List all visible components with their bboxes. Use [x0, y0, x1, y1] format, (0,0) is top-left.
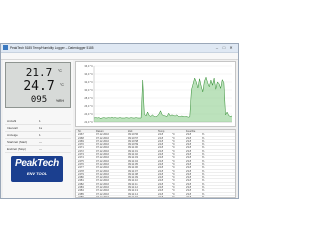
table-cell: 2486 — [78, 195, 84, 198]
info-label: Endzeit (Stop) — [7, 147, 27, 151]
info-row: Startzeit (Start) — — [5, 139, 71, 146]
y-tick-label: 28,0 °C — [84, 96, 93, 100]
app-window: PeakTech 5185 Temp/Humidity Logger – Dat… — [0, 43, 239, 199]
data-table[interactable]: Nr. Datum Zeit Temp Feuchte 2467 07.12.2016 09:… — [75, 129, 236, 198]
menu-bar: Datei Aufzeichnung Einstellen Hilfe — [1, 53, 238, 67]
table-cell: 09:11:15 — [128, 195, 138, 198]
table-cell: °C — [172, 195, 175, 198]
minimize-button[interactable]: – — [214, 45, 220, 50]
info-value: 1 — [39, 119, 41, 123]
title-bar: PeakTech 5185 Temp/Humidity Logger – Dat… — [1, 44, 238, 53]
lcd-temp-unit-top: °C — [58, 69, 62, 73]
lcd-temp-top: 21.7 — [25, 66, 53, 79]
logo-tagline: ENV TOOL — [26, 171, 48, 176]
info-value: — — [39, 140, 42, 144]
info-label: Intervall — [7, 126, 18, 130]
info-row: Anzeige 1 — [5, 132, 71, 139]
lcd-temp-unit-main: °C — [60, 83, 64, 87]
info-row: Intervall 1s — [5, 125, 71, 132]
table-cell: 07.12.2016 — [96, 195, 109, 198]
peaktech-logo: PeakTech ENV TOOL — [11, 156, 63, 182]
y-tick-label: 36,0 °C — [84, 64, 93, 68]
info-table: Anzahl 1 Intervall 1s Anzeige 1 Startzeit (… — [5, 118, 71, 153]
maximize-button[interactable]: □ — [221, 45, 227, 50]
info-value: 1 — [39, 133, 41, 137]
y-tick-label: 22,0 °C — [84, 120, 93, 124]
y-tick-label: 24,0 °C — [84, 112, 93, 116]
table-cell: 23.8 — [186, 195, 192, 198]
y-tick-label: 34,0 °C — [84, 72, 93, 76]
app-icon — [3, 45, 8, 50]
y-tick-label: 26,0 °C — [84, 104, 93, 108]
info-label: Anzeige — [7, 133, 18, 137]
table-cell: 24.8 — [158, 195, 164, 198]
lcd-display: 21.7 °C 24.7 °C 095 %RH — [5, 62, 71, 108]
window-title: PeakTech 5185 Temp/Humidity Logger – Dat… — [10, 46, 94, 50]
lcd-hum-unit: %RH — [56, 99, 64, 103]
info-row: Endzeit (Stop) — — [5, 146, 71, 153]
y-tick-label: 32,0 °C — [84, 80, 93, 84]
info-value: 1s — [39, 126, 43, 130]
info-row: Anzahl 1 — [5, 118, 71, 125]
close-button[interactable]: ✕ — [228, 45, 234, 50]
info-value: — — [39, 147, 42, 151]
y-tick-label: 30,0 °C — [84, 88, 93, 92]
info-label: Anzahl — [7, 119, 17, 123]
logo-brand: PeakTech — [15, 158, 59, 169]
info-label: Startzeit (Start) — [7, 140, 28, 144]
temperature-chart[interactable]: 36,0 °C 34,0 °C 32,0 °C 30,0 °C 28,0 °C 26,0 … — [75, 61, 236, 127]
device-panel: 21.7 °C 24.7 °C 095 %RH Anzahl 1 Interval… — [3, 60, 73, 198]
chart-svg: 36,0 °C 34,0 °C 32,0 °C 30,0 °C 28,0 °C 26,0 … — [84, 64, 233, 124]
table-row[interactable]: 2486 07.12.2016 09:11:15 24.8 °C 23.8% — [76, 195, 235, 198]
table-cell: % — [202, 195, 205, 198]
